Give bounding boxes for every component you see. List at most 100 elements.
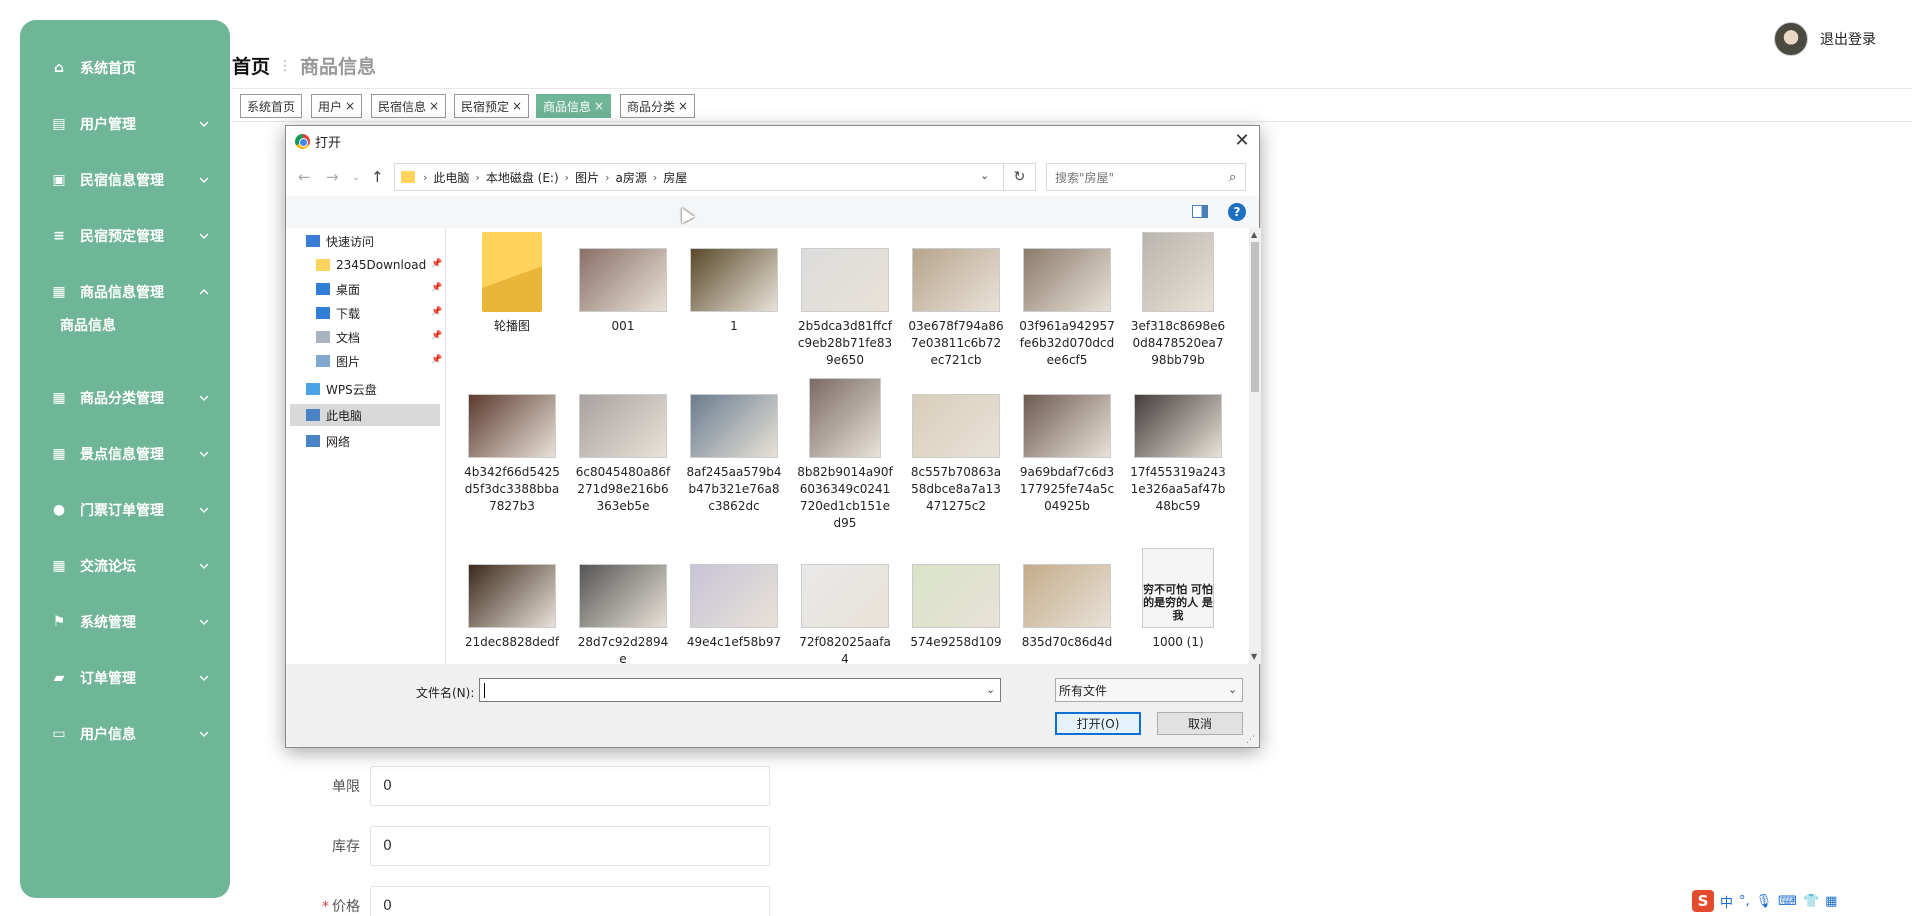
back-icon[interactable]: ← [298, 168, 311, 186]
file-item[interactable]: 3ef318c8698e60d8478520ea798bb79b [1130, 232, 1226, 369]
tab-0[interactable]: 系统首页 [240, 94, 303, 118]
sidebar-item-2[interactable]: ▣ 民宿信息管理 [20, 160, 230, 200]
punctuation-icon[interactable]: °, [1739, 894, 1750, 909]
file-item[interactable]: 21dec8828dedf [464, 548, 560, 651]
file-item[interactable]: 9a69bdaf7c6d3177925fe74a5c04925b [1019, 378, 1115, 515]
chevron-right-icon[interactable]: › [565, 171, 569, 184]
tab-close-icon[interactable]: × [678, 99, 688, 113]
address-crumb[interactable]: 图片 [575, 169, 599, 186]
search-input[interactable]: 搜索"房屋" ⌕ [1046, 163, 1246, 191]
recent-locations-icon[interactable]: ⌄ [352, 172, 360, 183]
nav-tree-item[interactable]: 快速访问 [306, 230, 374, 252]
scroll-down-icon[interactable]: ▼ [1251, 652, 1257, 661]
avatar[interactable] [1774, 22, 1808, 56]
resize-grip-icon[interactable]: ⋰ [1246, 735, 1255, 745]
file-list-scrollbar[interactable]: ▲ ▼ [1249, 228, 1261, 664]
file-item[interactable]: 28d7c92d2894e [575, 548, 671, 664]
close-icon[interactable]: ✕ [1233, 132, 1251, 150]
microphone-icon[interactable]: 🎙 [1756, 894, 1773, 909]
file-item[interactable]: 8b82b9014a90f6036349c0241720ed1cb151ed95 [797, 378, 893, 532]
sidebar-item-7[interactable]: ● 门票订单管理 [20, 490, 230, 530]
folder-item[interactable]: 轮播图 [464, 232, 560, 335]
toolbox-icon[interactable]: ▦ [1825, 894, 1837, 909]
file-item[interactable]: 8c557b70863a58dbce8a7a13471275c2 [908, 378, 1004, 515]
tab-close-icon[interactable]: × [429, 99, 439, 113]
preview-pane-icon[interactable] [1192, 205, 1208, 218]
sidebar-subitem-product-info[interactable]: 商品信息 [60, 310, 116, 340]
nav-tree-item[interactable]: 文档 [316, 326, 360, 348]
file-item[interactable]: 49e4c1ef58b97 [686, 548, 782, 651]
breadcrumb-home[interactable]: 首页 [232, 52, 270, 79]
sidebar-item-0[interactable]: ⌂ 系统首页 [20, 48, 230, 88]
file-item[interactable]: 835d70c86d4d [1019, 548, 1115, 651]
sidebar-item-3[interactable]: ≡ 民宿预定管理 [20, 216, 230, 256]
address-crumb[interactable]: 本地磁盘 (E:) [486, 169, 559, 186]
refresh-button[interactable]: ↻ [1004, 163, 1036, 191]
nav-tree-item[interactable]: 下载 [316, 302, 360, 324]
file-item[interactable]: 4b342f66d5425d5f3dc3388bba7827b3 [464, 378, 560, 515]
chevron-down-icon[interactable]: ⌄ [980, 169, 989, 182]
nav-tree-item[interactable]: 网络 [306, 430, 350, 452]
nav-tree-item[interactable]: 桌面 [316, 278, 360, 300]
file-item[interactable]: 17f455319a2431e326aa5af47b48bc59 [1130, 378, 1226, 515]
sidebar-item-1[interactable]: ▤ 用户管理 [20, 104, 230, 144]
open-button[interactable]: 打开(O) [1055, 712, 1141, 735]
tab-close-icon[interactable]: × [512, 99, 522, 113]
tab-1[interactable]: 用户 × [311, 94, 363, 118]
forward-icon[interactable]: → [326, 168, 339, 186]
scroll-up-icon[interactable]: ▲ [1251, 230, 1257, 239]
address-crumb[interactable]: a房源 [615, 169, 646, 186]
form-input[interactable]: 0 [370, 766, 770, 806]
tab-5[interactable]: 商品分类 × [620, 94, 696, 118]
address-bar[interactable]: › 此电脑 › 本地磁盘 (E:) › 图片 › a房源 › 房屋 [394, 163, 1004, 191]
nav-tree-item[interactable]: WPS云盘 [306, 378, 377, 400]
form-input[interactable]: 0 [370, 826, 770, 866]
chevron-right-icon[interactable]: › [475, 171, 479, 184]
sidebar-item-6[interactable]: ▦ 景点信息管理 [20, 434, 230, 474]
filename-input[interactable]: ⌄ [479, 678, 1001, 702]
chevron-right-icon[interactable]: › [605, 171, 609, 184]
thumbnail-caption: 穷不可怕 可怕的是穷的人 是我 [1143, 583, 1213, 622]
chevron-down-icon[interactable]: ⌄ [986, 683, 995, 696]
file-item[interactable]: 001 [575, 232, 671, 335]
help-icon[interactable]: ? [1228, 203, 1246, 221]
file-item[interactable]: 2b5dca3d81ffcfc9eb28b71fe839e650 [797, 232, 893, 369]
skin-icon[interactable]: 👕 [1803, 894, 1819, 909]
address-crumb[interactable]: 房屋 [663, 169, 687, 186]
sidebar-item-11[interactable]: ▭ 用户信息 [20, 714, 230, 754]
sidebar-item-10[interactable]: ▰ 订单管理 [20, 658, 230, 698]
scroll-thumb[interactable] [1251, 242, 1259, 392]
file-item[interactable]: 8af245aa579b4b47b321e76a8c3862dc [686, 378, 782, 515]
logout-button[interactable]: 退出登录 [1820, 29, 1876, 49]
nav-tree-item[interactable]: 图片 [316, 350, 360, 372]
dialog-titlebar[interactable]: 打开 ✕ [286, 126, 1259, 156]
tab-close-icon[interactable]: × [345, 99, 355, 113]
file-item[interactable]: 03e678f794a867e03811c6b72ec721cb [908, 232, 1004, 369]
keyboard-icon[interactable]: ⌨ [1778, 894, 1797, 909]
file-item[interactable]: 穷不可怕 可怕的是穷的人 是我 1000 (1) [1130, 548, 1226, 651]
file-item[interactable]: 1 [686, 232, 782, 335]
address-crumb[interactable]: 此电脑 [433, 169, 469, 186]
sidebar-item-8[interactable]: ▦ 交流论坛 [20, 546, 230, 586]
filetype-select[interactable]: 所有文件 ⌄ [1055, 678, 1243, 702]
tab-close-icon[interactable]: × [594, 99, 604, 113]
tab-4[interactable]: 商品信息 × [536, 94, 612, 118]
form-input[interactable]: 0 [370, 886, 770, 916]
sidebar-item-9[interactable]: ⚑ 系统管理 [20, 602, 230, 642]
file-item[interactable]: 03f961a942957fe6b32d070dcdee6cf5 [1019, 232, 1115, 369]
ime-language[interactable]: 中 [1720, 892, 1733, 911]
sogou-icon[interactable]: S [1692, 890, 1714, 912]
up-icon[interactable]: ↑ [371, 168, 384, 186]
file-item[interactable]: 574e9258d109 [908, 548, 1004, 651]
chevron-right-icon[interactable]: › [653, 171, 657, 184]
nav-tree-item[interactable]: 2345Download [316, 254, 426, 276]
tab-2[interactable]: 民宿信息 × [371, 94, 447, 118]
sidebar-item-5[interactable]: ▦ 商品分类管理 [20, 378, 230, 418]
file-item[interactable]: 6c8045480a86f271d98e216b6363eb5e [575, 378, 671, 515]
tab-3[interactable]: 民宿预定 × [454, 94, 530, 118]
user-menu[interactable]: 退出登录 [1774, 22, 1876, 56]
file-item[interactable]: 72f082025aafa4 [797, 548, 893, 664]
nav-tree-item[interactable]: 此电脑 [290, 404, 440, 426]
cancel-button[interactable]: 取消 [1157, 712, 1243, 735]
sidebar-item-4[interactable]: ▦ 商品信息管理 [20, 272, 230, 312]
